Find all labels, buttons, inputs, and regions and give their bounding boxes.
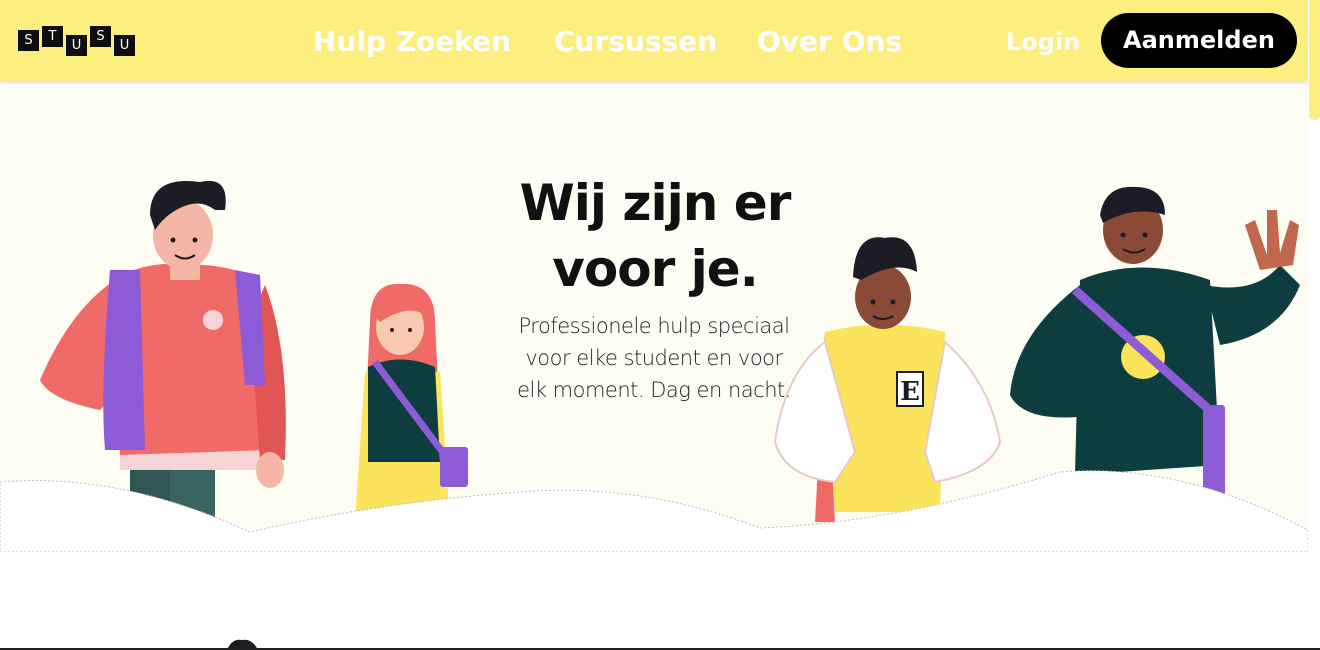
logo-letter: U [66,35,87,56]
logo-letter: S [18,30,39,51]
logo[interactable]: S T U S U [18,26,142,58]
logo-letter: T [42,26,63,47]
nav-link-over-ons[interactable]: Over Ons [757,22,902,62]
nav-link-hulp-zoeken[interactable]: Hulp Zoeken [313,22,511,62]
hero-headline-line2: voor je. [552,240,758,298]
svg-text:E: E [900,377,920,407]
scrollbar-thumb[interactable] [1309,0,1320,120]
login-link[interactable]: Login [1006,22,1080,62]
logo-letter: U [114,35,135,56]
hero-headline-line1: Wij zijn er [519,174,792,232]
hero-subtext: Professionele hulp speciaal voor elke st… [517,314,791,402]
logo-letter: S [90,26,111,47]
signup-button[interactable]: Aanmelden [1101,13,1297,68]
hero-wave-divider [0,470,1308,552]
nav-link-cursussen[interactable]: Cursussen [554,22,717,62]
site-header: S T U S U Hulp Zoeken Cursussen Over Ons… [0,0,1308,81]
hero-headline: Wij zijn er voor je. [490,170,820,302]
student-illustration-teal-hoodie [1010,186,1300,495]
